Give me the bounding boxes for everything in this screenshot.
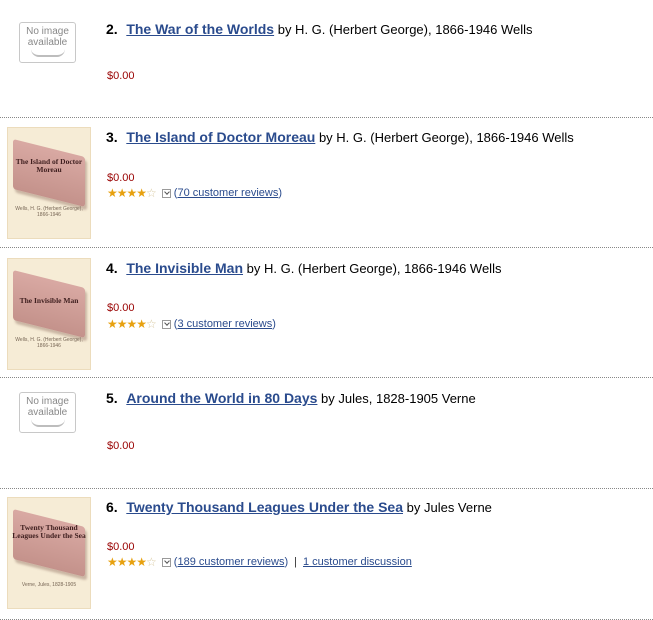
chevron-down-icon[interactable] <box>161 188 171 198</box>
result-rank: 5. <box>106 390 118 406</box>
book-cover-title: The Island of Doctor Moreau <box>15 157 83 174</box>
separator: | <box>294 556 297 568</box>
result-price: $0.00 <box>107 172 135 184</box>
result-title-line: 6. Twenty Thousand Leagues Under the Sea… <box>106 499 492 516</box>
result-title-line: 3. The Island of Doctor Moreau by H. G. … <box>106 129 574 146</box>
rating-line: ★★★★☆ (189 customer reviews) | 1 custome… <box>107 555 412 569</box>
book-cover-image[interactable]: The Invisible Man Wells, H. G. (Herbert … <box>7 258 91 370</box>
stars-filled: ★★★★ <box>107 317 147 331</box>
no-image-text: No image <box>26 26 69 37</box>
book-cover-image[interactable]: The Island of Doctor Moreau Wells, H. G.… <box>7 127 91 239</box>
book-cover-author: Wells, H. G. (Herbert George), 1866-1946 <box>15 337 83 349</box>
result-item: No image available 2. The War of the Wor… <box>0 0 653 118</box>
result-item: The Invisible Man Wells, H. G. (Herbert … <box>0 248 653 378</box>
result-title-link[interactable]: The Island of Doctor Moreau <box>126 129 315 145</box>
result-author: by H. G. (Herbert George), 1866-1946 Wel… <box>318 130 574 145</box>
stars-empty: ☆ <box>146 186 157 200</box>
result-title-link[interactable]: Twenty Thousand Leagues Under the Sea <box>126 499 403 515</box>
result-rank: 2. <box>106 21 118 37</box>
result-price: $0.00 <box>107 541 135 553</box>
result-title-line: 5. Around the World in 80 Days by Jules,… <box>106 390 476 407</box>
no-image-text: available <box>27 37 68 48</box>
star-rating[interactable]: ★★★★☆ <box>107 317 157 331</box>
customer-reviews-link[interactable]: 189 customer reviews <box>177 556 284 568</box>
book-cover-image[interactable]: Twenty Thousand Leagues Under the Sea Ve… <box>7 497 91 609</box>
result-title-link[interactable]: Around the World in 80 Days <box>126 390 317 406</box>
result-author: by H. G. (Herbert George), 1866-1946 Wel… <box>277 22 533 37</box>
book-cover-title: Twenty Thousand Leagues Under the Sea <box>12 523 86 540</box>
star-rating[interactable]: ★★★★☆ <box>107 555 157 569</box>
rating-line: ★★★★☆ (70 customer reviews) <box>107 186 282 200</box>
book-cover-author: Verne, Jules, 1828-1905 <box>21 582 77 588</box>
stars-filled: ★★★★ <box>107 555 147 569</box>
search-results-list: No image available 2. The War of the Wor… <box>0 0 653 620</box>
stars-filled: ★★★★ <box>107 186 147 200</box>
result-price: $0.00 <box>107 302 135 314</box>
paren-close: ) <box>272 318 276 330</box>
rating-line: ★★★★☆ (3 customer reviews) <box>107 317 276 331</box>
chevron-down-icon[interactable] <box>161 557 171 567</box>
result-title-link[interactable]: The Invisible Man <box>126 260 243 276</box>
star-rating[interactable]: ★★★★☆ <box>107 186 157 200</box>
result-item: No image available 5. Around the World i… <box>0 378 653 489</box>
book-cover-author: Wells, H. G. (Herbert George), 1866-1946 <box>15 206 83 218</box>
result-author: by Jules Verne <box>406 500 492 515</box>
result-item: The Island of Doctor Moreau Wells, H. G.… <box>0 118 653 248</box>
chevron-down-icon[interactable] <box>161 319 171 329</box>
result-rank: 4. <box>106 260 118 276</box>
paren-close: ) <box>284 556 289 568</box>
no-image-placeholder[interactable]: No image available <box>19 392 76 433</box>
result-rank: 6. <box>106 499 118 515</box>
result-item: Twenty Thousand Leagues Under the Sea Ve… <box>0 489 653 620</box>
result-rank: 3. <box>106 129 118 145</box>
no-image-text: available <box>27 407 68 418</box>
result-author: by H. G. (Herbert George), 1866-1946 Wel… <box>246 261 502 276</box>
stars-empty: ☆ <box>146 555 157 569</box>
result-price: $0.00 <box>107 440 135 452</box>
result-title-line: 4. The Invisible Man by H. G. (Herbert G… <box>106 260 501 277</box>
book-illustration <box>13 509 85 577</box>
no-image-placeholder[interactable]: No image available <box>19 22 76 63</box>
customer-discussion-link[interactable]: 1 customer discussion <box>303 556 412 568</box>
amazon-smile-icon <box>30 49 65 57</box>
result-price: $0.00 <box>107 70 135 82</box>
book-cover-title: The Invisible Man <box>19 296 79 305</box>
result-title-link[interactable]: The War of the Worlds <box>126 21 274 37</box>
amazon-smile-icon <box>30 419 65 427</box>
no-image-text: No image <box>26 396 69 407</box>
customer-reviews-link[interactable]: 70 customer reviews <box>177 187 278 199</box>
customer-reviews-link[interactable]: 3 customer reviews <box>177 318 272 330</box>
result-author: by Jules, 1828-1905 Verne <box>321 391 476 406</box>
result-title-line: 2. The War of the Worlds by H. G. (Herbe… <box>106 21 533 38</box>
stars-empty: ☆ <box>146 317 157 331</box>
paren-close: ) <box>278 187 283 199</box>
